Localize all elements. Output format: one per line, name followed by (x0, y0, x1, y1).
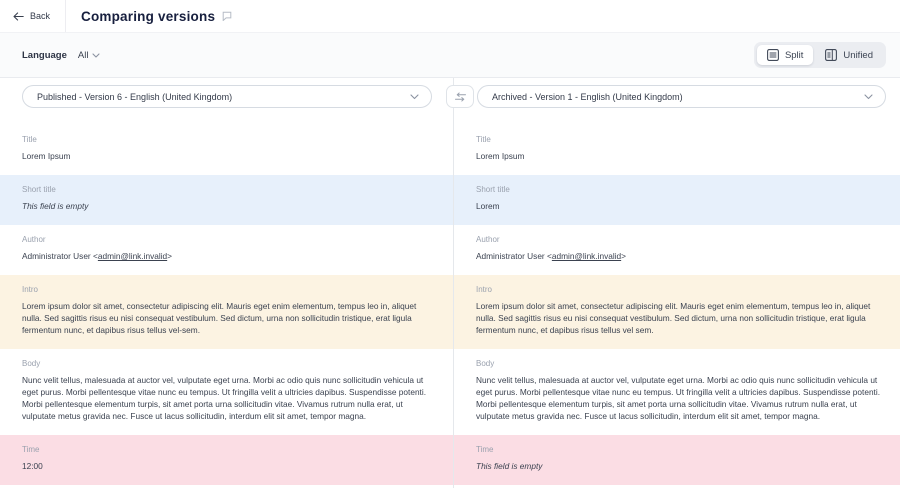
field-label: Body (22, 359, 431, 368)
diff-cell-right: Body Nunc velit tellus, malesuada at auct… (453, 349, 900, 435)
field-label: Time (22, 445, 431, 454)
field-value: Lorem ipsum dolor sit amet, consectetur … (22, 300, 431, 336)
right-version-select[interactable]: Archived - Version 1 - English (United K… (477, 85, 886, 108)
diff-cell-left: Time 12:00 (0, 435, 453, 485)
field-label: Title (22, 135, 431, 144)
chevron-down-icon (410, 94, 419, 100)
split-view-label: Split (785, 50, 803, 61)
page-title: Comparing versions (81, 9, 215, 24)
field-value: This field is empty (22, 200, 431, 212)
field-value: Administrator User <admin@link.invalid> (22, 250, 431, 262)
column-divider (453, 78, 454, 488)
field-label: Author (476, 235, 886, 244)
field-row-time: Time 12:00 Time This field is empty (0, 435, 900, 485)
swap-versions-button[interactable] (446, 85, 474, 108)
diff-cell-left: Intro Lorem ipsum dolor sit amet, consect… (0, 275, 453, 349)
diff-cell-right: Title Lorem Ipsum (453, 125, 900, 175)
left-version-select[interactable]: Published - Version 6 - English (United … (22, 85, 432, 108)
toolbar: Language All Split (0, 32, 900, 78)
chevron-down-icon (864, 94, 873, 100)
language-value: All (78, 50, 89, 61)
chevron-down-icon (92, 53, 100, 58)
back-button[interactable]: Back (0, 0, 65, 32)
diff-content: Published - Version 6 - English (United … (0, 78, 900, 488)
back-arrow-icon (13, 12, 24, 21)
field-value: Nunc velit tellus, malesuada at auctor v… (476, 374, 886, 422)
language-label: Language (22, 50, 67, 61)
author-name-text: > (167, 251, 172, 261)
field-value: Lorem (476, 200, 886, 212)
diff-cell-left: Author Administrator User <admin@link.inv… (0, 225, 453, 275)
diff-cell-left: Title Lorem Ipsum (0, 125, 453, 175)
unified-view-label: Unified (843, 50, 873, 61)
field-label: Short title (476, 185, 886, 194)
diff-cell-right: Short title Lorem (453, 175, 900, 225)
diff-cell-left: Short title This field is empty (0, 175, 453, 225)
author-name-text: Administrator User < (22, 251, 98, 261)
field-value: This field is empty (476, 460, 886, 472)
author-name-text: Administrator User < (476, 251, 552, 261)
field-label: Author (22, 235, 431, 244)
author-email-link[interactable]: admin@link.invalid (98, 251, 167, 261)
field-value: Lorem Ipsum (476, 150, 886, 162)
field-label: Time (476, 445, 886, 454)
language-filter: Language All (22, 50, 100, 61)
field-row-title: Title Lorem Ipsum Title Lorem Ipsum (0, 125, 900, 175)
field-row-intro: Intro Lorem ipsum dolor sit amet, consect… (0, 275, 900, 349)
header: Back Comparing versions (0, 0, 900, 32)
field-row-short-title: Short titleThis field is emptyShort titl… (0, 175, 900, 225)
comment-bubble-icon (222, 11, 232, 21)
view-mode-toggle: Split Unified (754, 42, 886, 68)
author-email-link[interactable]: admin@link.invalid (552, 251, 621, 261)
diff-cell-right: Intro Lorem ipsum dolor sit amet, consect… (453, 275, 900, 349)
field-row-author: AuthorAdministrator User <admin@link.inv… (0, 225, 900, 275)
diff-cell-right: Time This field is empty (453, 435, 900, 485)
diff-cell-right: Author Administrator User <admin@link.inv… (453, 225, 900, 275)
right-version-value: Archived - Version 1 - English (United K… (492, 92, 683, 102)
field-label: Short title (22, 185, 431, 194)
unified-view-button[interactable]: Unified (815, 45, 883, 65)
field-value: Nunc velit tellus, malesuada at auctor v… (22, 374, 431, 422)
swap-icon (454, 92, 467, 102)
field-label: Title (476, 135, 886, 144)
diff-rows: Title Lorem Ipsum Title Lorem Ipsum Short ti… (0, 125, 900, 485)
diff-cell-left: Body Nunc velit tellus, malesuada at auct… (0, 349, 453, 435)
field-row-body: Body Nunc velit tellus, malesuada at auct… (0, 349, 900, 435)
language-selector[interactable]: All (78, 50, 101, 61)
split-view-button[interactable]: Split (757, 45, 813, 65)
field-value: Administrator User <admin@link.invalid> (476, 250, 886, 262)
field-label: Body (476, 359, 886, 368)
split-view-icon (767, 49, 779, 61)
header-divider (65, 0, 66, 32)
field-label: Intro (476, 285, 886, 294)
field-value: 12:00 (22, 460, 431, 472)
version-selector-row: Published - Version 6 - English (United … (0, 78, 900, 125)
unified-view-icon (825, 49, 837, 61)
left-version-value: Published - Version 6 - English (United … (37, 92, 232, 102)
field-value: Lorem Ipsum (22, 150, 431, 162)
comparing-versions-page: Back Comparing versions Language All (0, 0, 900, 488)
back-label: Back (30, 11, 50, 21)
field-label: Intro (22, 285, 431, 294)
author-name-text: > (621, 251, 626, 261)
field-value: Lorem ipsum dolor sit amet, consectetur … (476, 300, 886, 336)
